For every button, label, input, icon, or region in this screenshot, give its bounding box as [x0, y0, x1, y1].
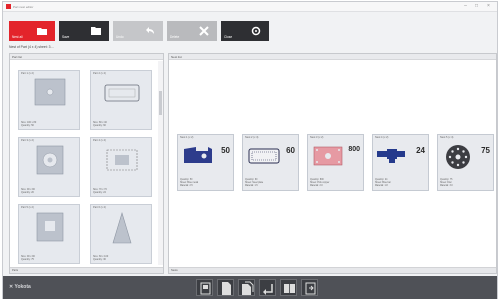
close-button[interactable]: Close [221, 21, 269, 41]
exit-icon [305, 282, 316, 295]
part-quantity: Quantity: 75 [21, 257, 34, 261]
close-window-icon[interactable]: × [484, 3, 493, 10]
part-quantity: Quantity: 24 [93, 190, 106, 194]
nest-card-info: Quantity: 60 Sheet: Steel plate Material… [245, 179, 298, 188]
part-thumb-info: Size: 80 x 40 Quantity: 60 [93, 121, 107, 127]
close-icon [199, 26, 209, 36]
nest-all-button[interactable]: Nest all [9, 21, 55, 41]
nest-card[interactable]: Nest 4 (x 2) 24 Quantity: 24 Sheet: Blue… [372, 134, 429, 191]
part-list-panel: Part list Part 1 (x 2) Size: 100 x 80 Qu… [9, 53, 164, 274]
maximize-icon[interactable]: □ [472, 3, 481, 10]
part-thumb[interactable]: Part 4 (x 4) Size: 70 x 70 Quantity: 24 [90, 137, 152, 197]
brand-name: Yokota [14, 284, 31, 290]
breadcrumb: Nest of Part (4 x 4) sheet: 3 ... [9, 45, 55, 49]
nest-card-info: Quantity: 75 Sheet: Disc Material: 3.0 [440, 179, 493, 188]
horizontal-scrollbar[interactable]: Nests [169, 267, 496, 273]
nest-material: Material: 2.0 [310, 184, 323, 187]
app-window: Part nest editor – □ × Nest all Save Und… [2, 1, 498, 299]
app-icon [6, 4, 11, 9]
part-quantity: Quantity: 20 [21, 190, 34, 194]
part-list-title: Part list [10, 54, 163, 60]
nest-all-label: Nest all [12, 35, 23, 39]
nest-material: Material: 3.0 [440, 184, 453, 187]
scroll-label: Parts [12, 269, 19, 272]
toolbar: Nest all Save Undo Delete Close [9, 21, 269, 41]
document-button[interactable] [217, 279, 234, 296]
undo-action-button[interactable] [259, 279, 276, 296]
document-stack-button[interactable] [238, 279, 255, 296]
part-quantity: Quantity: 30 [93, 257, 106, 261]
nest-card[interactable]: Nest 3 (x 2) 800 Quantity: 800 Sheet: Pi… [307, 134, 364, 191]
horizontal-scrollbar[interactable]: Parts [10, 267, 163, 273]
part-quantity: Quantity: 60 [93, 123, 106, 127]
close-label: Close [224, 35, 233, 39]
window-title: Part nest editor [13, 5, 34, 9]
part-thumb[interactable]: Part 3 (x 2) Size: 90 x 90 Quantity: 20 [18, 137, 80, 197]
nest-card-info: Quantity: 50 Sheet: Blue metal Material:… [180, 179, 233, 188]
nest-list-title: Nest list [169, 54, 496, 60]
minimize-icon[interactable]: – [461, 3, 470, 10]
folder-open-icon [37, 28, 47, 35]
vertical-scrollbar[interactable] [158, 61, 163, 265]
nest-card-info: Quantity: 800 Sheet: Pink copper Materia… [310, 179, 363, 188]
part-thumb[interactable]: Part 5 (x 2) Size: 90 x 90 Quantity: 75 [18, 204, 80, 264]
brand-logo: ✕ Yokota [9, 284, 31, 290]
folder-icon [91, 27, 101, 35]
delete-button[interactable]: Delete [167, 21, 217, 41]
undo-button[interactable]: Undo [113, 21, 163, 41]
nest-card[interactable]: Nest 2 (x 4) 60 Quantity: 60 Sheet: Stee… [242, 134, 299, 191]
bottom-bar: ✕ Yokota [3, 276, 497, 299]
nest-list-panel: Nest list Nest 1 (x 2) 50 Quantity: 50 S… [168, 53, 497, 274]
book-icon [284, 284, 295, 293]
part-quantity: Quantity: 50 [21, 123, 34, 127]
part-thumb-info: Size: 90 x 90 Quantity: 75 [21, 255, 35, 261]
scroll-thumb[interactable] [159, 91, 162, 115]
part-thumb-info: Size: 90 x 90 Quantity: 20 [21, 188, 35, 194]
delete-label: Delete [170, 35, 180, 39]
nest-card[interactable]: Nest 1 (x 2) 50 Quantity: 50 Sheet: Blue… [177, 134, 234, 191]
scroll-label: Nests [171, 269, 178, 272]
nest-material: Material: 1.8 [375, 184, 388, 187]
settings-icon [251, 26, 261, 36]
part-thumb-info: Size: 70 x 70 Quantity: 24 [93, 188, 107, 194]
title-bar: Part nest editor – □ × [3, 2, 497, 12]
part-thumb-info: Size: 60 x 100 Quantity: 30 [93, 255, 108, 261]
nest-card-info: Quantity: 24 Sheet: Blue bar Material: 1… [375, 179, 428, 188]
part-thumb[interactable]: Part 6 (x 4) Size: 60 x 100 Quantity: 30 [90, 204, 152, 264]
nest-card[interactable]: Nest 5 (x 4) 75 Quantity: 75 Sheet: Disc… [437, 134, 494, 191]
save-label: Save [62, 35, 70, 39]
part-thumb-info: Size: 100 x 80 Quantity: 50 [21, 121, 36, 127]
pages-button[interactable] [196, 279, 213, 296]
document-stack-icon [242, 281, 254, 295]
document-icon [222, 282, 231, 295]
book-button[interactable] [280, 279, 297, 296]
exit-button[interactable] [301, 279, 318, 296]
pages-icon [200, 282, 211, 295]
nest-material: Material: 1.5 [245, 184, 258, 187]
undo-arrow-icon [263, 284, 273, 295]
part-thumb[interactable]: Part 1 (x 2) Size: 100 x 80 Quantity: 50 [18, 70, 80, 130]
undo-label: Undo [116, 35, 124, 39]
undo-icon [146, 27, 154, 34]
save-button[interactable]: Save [59, 21, 109, 41]
part-thumb[interactable]: Part 2 (x 4) Size: 80 x 40 Quantity: 60 [90, 70, 152, 130]
nest-material: Material: 2.5 [180, 184, 193, 187]
